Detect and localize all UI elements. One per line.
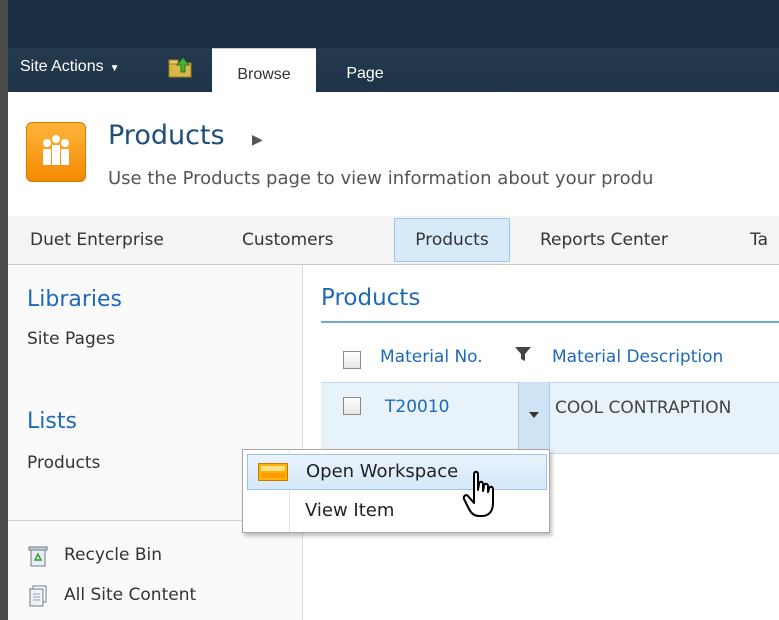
filter-icon — [515, 347, 531, 361]
menu-item-open-workspace[interactable]: Open Workspace — [247, 454, 547, 490]
all-site-content-link[interactable]: All Site Content — [64, 585, 196, 605]
top-navigation: Duet Enterprise Customers Products Repor… — [8, 216, 779, 265]
hand-cursor-icon — [462, 470, 494, 517]
material-description-cell: COOL CONTRAPTION — [555, 398, 732, 418]
list-title-underline — [321, 321, 779, 323]
sidebar-item-site-pages[interactable]: Site Pages — [27, 329, 115, 349]
column-header-material-description[interactable]: Material Description — [552, 347, 723, 367]
list-title[interactable]: Products — [321, 285, 420, 311]
site-actions-menu[interactable]: Site Actions ▼ — [20, 58, 120, 76]
site-actions-label: Site Actions — [20, 58, 104, 75]
topnav-item-duet-enterprise[interactable]: Duet Enterprise — [30, 216, 164, 264]
sidebar-item-products[interactable]: Products — [27, 453, 100, 473]
all-site-content-icon — [29, 585, 47, 607]
page-description: Use the Products page to view informatio… — [108, 168, 654, 189]
navigate-up-icon[interactable] — [168, 56, 194, 78]
breadcrumb-arrow-icon[interactable]: ▶ — [252, 132, 263, 148]
tab-page[interactable]: Page — [320, 48, 410, 92]
browser-page: Site Actions ▼ Browse Page Products ▶ Use… — [0, 0, 779, 620]
ribbon-bar: Site Actions ▼ Browse Page — [8, 0, 779, 93]
topnav-item-reports-center[interactable]: Reports Center — [540, 216, 668, 264]
recycle-bin-link[interactable]: Recycle Bin — [64, 545, 162, 565]
window-border — [0, 0, 8, 620]
lists-heading[interactable]: Lists — [27, 409, 77, 434]
tab-browse[interactable]: Browse — [212, 48, 316, 93]
row-checkbox[interactable] — [343, 397, 361, 415]
caret-down-icon: ▼ — [109, 63, 120, 74]
recycle-bin-icon — [28, 546, 48, 567]
libraries-heading[interactable]: Libraries — [27, 287, 122, 312]
menu-item-label: Open Workspace — [306, 461, 459, 482]
chevron-down-icon — [529, 412, 539, 418]
ribbon-top-strip — [8, 0, 779, 48]
item-menu-dropdown[interactable] — [518, 382, 550, 452]
topnav-item-truncated[interactable]: Ta — [750, 216, 768, 264]
site-logo-icon — [26, 122, 86, 182]
quick-launch: Libraries Site Pages Lists Products Recy… — [8, 265, 303, 620]
title-area: Products ▶ Use the Products page to view… — [8, 92, 779, 217]
menu-item-view-item[interactable]: View Item — [247, 494, 545, 528]
column-header-material-no[interactable]: Material No. — [380, 347, 483, 367]
workspace-icon — [258, 463, 288, 481]
menu-item-label: View Item — [305, 500, 395, 521]
select-all-checkbox[interactable] — [343, 351, 361, 369]
page-title: Products — [108, 120, 225, 151]
item-context-menu: Open Workspace View Item — [242, 449, 550, 533]
topnav-item-customers[interactable]: Customers — [242, 216, 333, 264]
main-content: Products Material No. Material Descripti… — [303, 265, 779, 620]
topnav-item-products[interactable]: Products — [394, 218, 510, 262]
material-no-link[interactable]: T20010 — [385, 397, 449, 417]
